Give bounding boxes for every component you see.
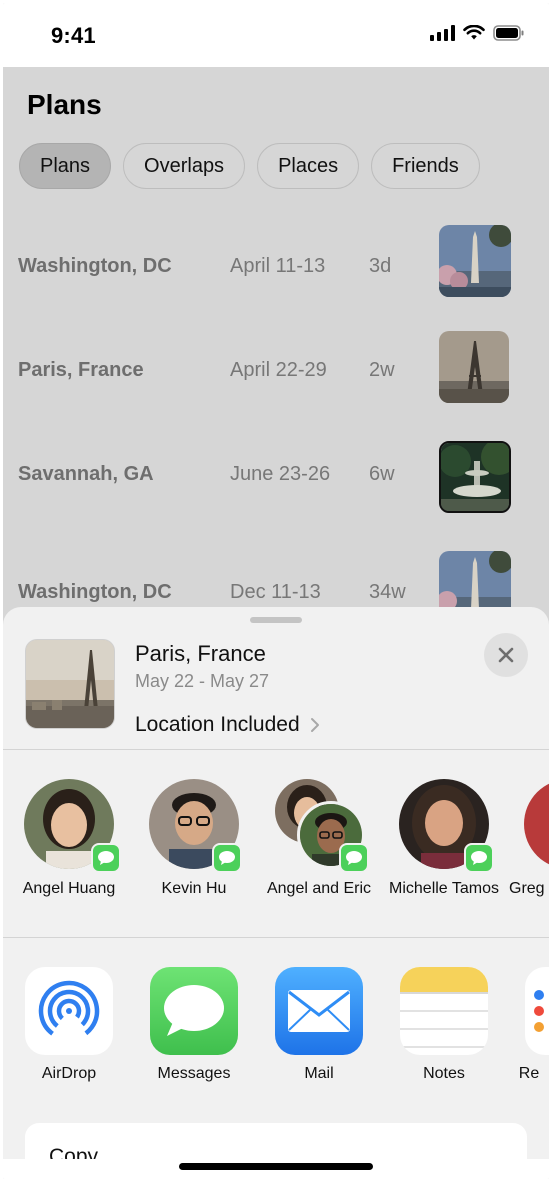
plan-city: Washington, DC — [18, 255, 172, 277]
plan-city: Washington, DC — [18, 581, 172, 603]
contact-name: Angel Huang — [22, 880, 116, 897]
share-title: Paris, France — [135, 641, 266, 666]
wifi-icon — [463, 25, 485, 40]
contact-name: Michelle Tamos — [389, 880, 499, 897]
divider — [3, 937, 549, 938]
sheet-grabber[interactable] — [250, 617, 302, 623]
battery-icon — [493, 25, 524, 41]
messages-badge-icon — [339, 843, 369, 873]
tab-overlaps[interactable]: Overlaps — [123, 143, 246, 189]
notes-icon — [400, 967, 488, 1055]
messages-badge-icon — [212, 843, 242, 873]
app-name: Mail — [304, 1065, 334, 1082]
plan-row[interactable]: Savannah, GA June 23-26 6w — [3, 435, 549, 515]
tab-label: Friends — [392, 154, 459, 177]
filter-tabs: Plans Overlaps Places Friends — [19, 143, 480, 189]
app-name: Re — [518, 1065, 540, 1082]
plan-city: Paris, France — [18, 359, 144, 381]
eiffel-tower-photo — [439, 331, 509, 403]
status-icons — [430, 25, 525, 41]
plan-countdown: 6w — [369, 463, 395, 485]
close-icon — [498, 647, 514, 663]
plan-dates: April 11-13 — [230, 255, 326, 277]
plan-countdown: 34w — [369, 581, 406, 603]
location-label: Location Included — [135, 713, 300, 736]
messages-badge-icon — [464, 843, 494, 873]
messages-icon — [150, 967, 238, 1055]
app-frame: 9:41 Plans Plans Overlaps Places Friends — [3, 3, 549, 1179]
mail-icon — [275, 967, 363, 1055]
plan-countdown: 2w — [369, 359, 395, 381]
plan-dates: April 22-29 — [230, 359, 327, 381]
airdrop-icon — [25, 967, 113, 1055]
share-subtitle: May 22 - May 27 — [135, 671, 270, 691]
status-bar: 9:41 — [3, 3, 549, 67]
tab-places[interactable]: Places — [257, 143, 360, 189]
plan-city: Savannah, GA — [18, 463, 154, 485]
app-name: Messages — [157, 1065, 231, 1082]
home-indicator[interactable] — [179, 1163, 373, 1170]
close-button[interactable] — [484, 633, 528, 677]
tab-friends[interactable]: Friends — [371, 143, 480, 189]
washington-monument-photo — [439, 225, 511, 297]
status-time: 9:41 — [51, 23, 96, 48]
contact-name: Greg — [509, 880, 545, 897]
location-included-option[interactable]: Location Included — [135, 713, 320, 737]
fountain-photo — [439, 441, 511, 513]
contact-name: Angel and Eric — [266, 880, 372, 897]
plan-row[interactable]: Washington, DC April 11-13 3d — [3, 221, 549, 301]
plan-row[interactable]: Paris, France April 22-29 2w — [3, 327, 549, 407]
divider — [3, 749, 549, 750]
share-sheet: Paris, France May 22 - May 27 Location I… — [3, 607, 549, 1179]
plan-dates: Dec 11-13 — [230, 581, 321, 603]
plan-countdown: 3d — [369, 255, 392, 277]
tab-label: Places — [278, 154, 339, 177]
plan-dates: June 23-26 — [230, 463, 331, 485]
avatar — [524, 779, 549, 869]
share-preview-image — [25, 639, 115, 729]
page-title: Plans — [27, 89, 102, 120]
chevron-right-icon — [310, 718, 319, 732]
tab-plans[interactable]: Plans — [19, 143, 112, 189]
cellular-signal-icon — [430, 25, 455, 41]
app-name: AirDrop — [41, 1065, 97, 1082]
app-name: Notes — [423, 1065, 465, 1082]
tab-label: Overlaps — [144, 154, 225, 177]
tab-label: Plans — [40, 154, 91, 177]
messages-badge-icon — [91, 843, 121, 873]
reminders-icon — [525, 967, 549, 1055]
contact-name: Kevin Hu — [161, 880, 227, 897]
